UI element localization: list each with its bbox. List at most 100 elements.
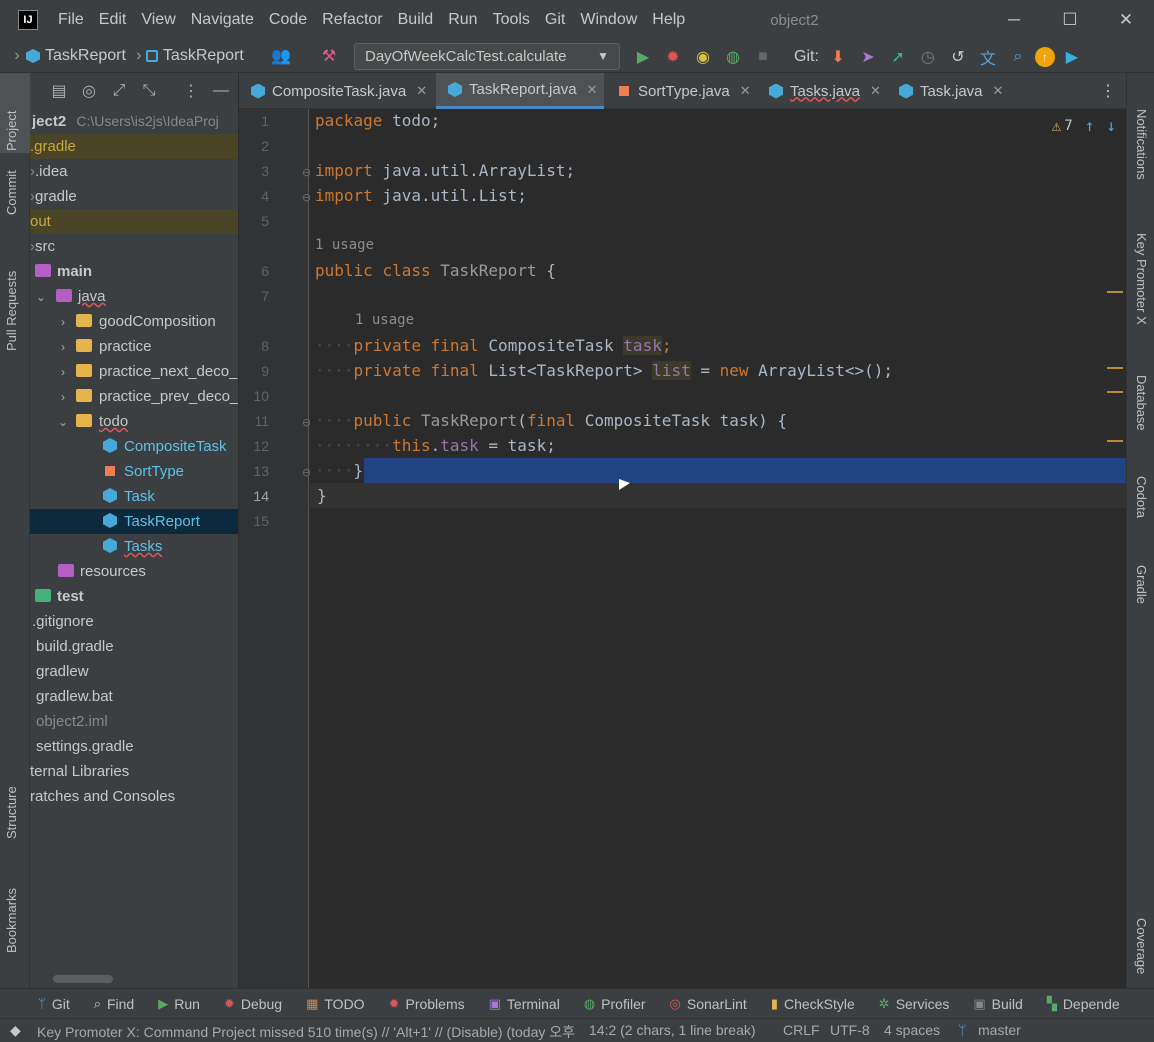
- profile-icon[interactable]: ◍: [720, 44, 746, 70]
- menu-view[interactable]: View: [141, 11, 175, 29]
- tree-item-object2-iml[interactable]: object2.iml: [30, 709, 238, 734]
- caret-position[interactable]: 14:2 (2 chars, 1 line break): [589, 1022, 756, 1038]
- menu-file[interactable]: File: [58, 11, 84, 29]
- tool-tab-commit[interactable]: Commit: [4, 170, 19, 215]
- tree-item-build-gradle[interactable]: build.gradle: [30, 634, 238, 659]
- tree-item-external-libraries[interactable]: ternal Libraries: [30, 759, 238, 784]
- close-icon[interactable]: ✕: [870, 83, 881, 99]
- tree-item-gradlew[interactable]: gradlew: [30, 659, 238, 684]
- tree-item-resources[interactable]: resources: [30, 559, 238, 584]
- tree-item-gitignore[interactable]: .gitignore: [30, 609, 238, 634]
- close-icon[interactable]: ✕: [740, 83, 751, 99]
- jetbrains-icon[interactable]: ▶: [1059, 44, 1085, 70]
- tool-tab-pull-requests[interactable]: Pull Requests: [4, 271, 19, 351]
- tool-run[interactable]: ▶ Run: [158, 996, 200, 1012]
- stop-icon[interactable]: ■: [750, 44, 776, 70]
- options-icon[interactable]: ⋮: [178, 78, 204, 104]
- translate-icon[interactable]: 文: [975, 44, 1001, 70]
- status-message[interactable]: Key Promoter X: Command Project missed 5…: [37, 1022, 577, 1042]
- menu-git[interactable]: Git: [545, 11, 565, 29]
- tree-item-task[interactable]: Task: [30, 484, 238, 509]
- tree-item-gradle-dir[interactable]: .gradle: [30, 134, 238, 159]
- arrow-up-icon[interactable]: ↑: [1085, 116, 1095, 135]
- tree-item-goodcomposition[interactable]: › goodComposition: [30, 309, 238, 334]
- tree-item-practice-next[interactable]: › practice_next_deco_: [30, 359, 238, 384]
- file-encoding[interactable]: UTF-8: [830, 1022, 870, 1038]
- collapse-all-icon[interactable]: ▤: [46, 78, 72, 104]
- tab-sorttype[interactable]: SortType.java ✕: [605, 73, 757, 109]
- tab-task[interactable]: Task.java ✕: [887, 73, 1011, 109]
- tool-build[interactable]: ▣ Build: [973, 996, 1022, 1012]
- tool-tab-key-promoter[interactable]: Key Promoter X: [1134, 233, 1149, 325]
- tab-compositetask[interactable]: CompositeTask.java ✕: [239, 73, 435, 109]
- line-separator[interactable]: CRLF: [783, 1022, 820, 1038]
- tree-item-gradlew-bat[interactable]: gradlew.bat: [30, 684, 238, 709]
- rollback-icon[interactable]: ↺: [945, 44, 971, 70]
- hammer-icon[interactable]: ⚒: [316, 43, 342, 69]
- tool-tab-codota[interactable]: Codota: [1134, 476, 1149, 518]
- status-toggle-icon[interactable]: ◆: [10, 1022, 21, 1039]
- usage-hint[interactable]: 1 usage: [315, 233, 374, 258]
- update-icon[interactable]: ↑: [1034, 46, 1055, 67]
- menu-tools[interactable]: Tools: [493, 11, 530, 29]
- history-icon[interactable]: ◷: [915, 44, 941, 70]
- git-branch[interactable]: master: [978, 1022, 1021, 1038]
- tree-item-test[interactable]: test: [30, 584, 238, 609]
- tool-git[interactable]: ᛘ Git: [38, 996, 70, 1012]
- horizontal-scrollbar[interactable]: [53, 975, 113, 983]
- tree-item-taskreport[interactable]: TaskReport: [30, 509, 238, 534]
- tree-item-settings-gradle[interactable]: settings.gradle: [30, 734, 238, 759]
- tool-todo[interactable]: ▦ TODO: [306, 996, 365, 1012]
- menu-build[interactable]: Build: [398, 11, 434, 29]
- tool-checkstyle[interactable]: ▮ CheckStyle: [771, 996, 855, 1012]
- hide-icon[interactable]: —: [208, 78, 234, 104]
- tab-tasks[interactable]: Tasks.java ✕: [757, 73, 887, 109]
- inspection-widget[interactable]: ⚠ 7 ↑ ↓: [1052, 116, 1116, 135]
- expand-icon[interactable]: ⤢: [106, 78, 132, 104]
- tool-tab-coverage[interactable]: Coverage: [1134, 918, 1149, 974]
- menu-code[interactable]: Code: [269, 11, 307, 29]
- menu-help[interactable]: Help: [652, 11, 685, 29]
- scroll-marker[interactable]: [1107, 367, 1123, 369]
- tool-problems[interactable]: ✹ Problems: [389, 996, 465, 1012]
- tree-item-gradle[interactable]: ›gradle: [30, 184, 238, 209]
- tree-item-out[interactable]: out: [30, 209, 238, 234]
- tool-tab-notifications[interactable]: Notifications: [1134, 109, 1149, 180]
- tree-item-idea[interactable]: ›.idea: [30, 159, 238, 184]
- menu-run[interactable]: Run: [448, 11, 477, 29]
- maximize-button[interactable]: ☐: [1042, 0, 1098, 40]
- close-icon[interactable]: ✕: [587, 82, 598, 98]
- coverage-icon[interactable]: ◉: [690, 44, 716, 70]
- indent-setting[interactable]: 4 spaces: [884, 1022, 940, 1038]
- scroll-marker[interactable]: [1107, 291, 1123, 293]
- tree-item-scratches[interactable]: ratches and Consoles: [30, 784, 238, 809]
- users-icon[interactable]: 👥: [268, 43, 294, 69]
- close-window-button[interactable]: ✕: [1098, 0, 1154, 40]
- minimize-button[interactable]: ─: [986, 0, 1042, 40]
- scroll-marker[interactable]: [1107, 391, 1123, 393]
- tool-dependencies[interactable]: ▚ Depende: [1047, 996, 1120, 1012]
- menu-refactor[interactable]: Refactor: [322, 11, 382, 29]
- tree-item-todo[interactable]: ⌄ todo: [30, 409, 238, 434]
- close-icon[interactable]: ✕: [416, 83, 427, 99]
- git-update-icon[interactable]: ⬇: [825, 44, 851, 70]
- tool-tab-database[interactable]: Database: [1134, 375, 1149, 431]
- scroll-marker[interactable]: [1107, 440, 1123, 442]
- locate-icon[interactable]: ◎: [76, 78, 102, 104]
- breadcrumb-class[interactable]: TaskReport: [26, 47, 126, 65]
- shrink-icon[interactable]: ⤡: [136, 78, 162, 104]
- tree-item-main[interactable]: main: [30, 259, 238, 284]
- tree-item-sorttype[interactable]: SortType: [30, 459, 238, 484]
- breadcrumb-member[interactable]: TaskReport: [145, 47, 244, 65]
- search-icon[interactable]: ⌕: [1005, 44, 1031, 70]
- tool-tab-structure[interactable]: Structure: [4, 786, 19, 839]
- debug-icon[interactable]: ✹: [660, 44, 686, 70]
- arrow-down-icon[interactable]: ↓: [1106, 116, 1116, 135]
- tool-tab-project[interactable]: Project: [4, 111, 19, 151]
- tab-options-icon[interactable]: ⋮: [1100, 81, 1116, 101]
- tool-services[interactable]: ✲ Services: [879, 996, 950, 1012]
- tree-item-src[interactable]: ›src: [30, 234, 238, 259]
- run-icon[interactable]: ▶: [630, 44, 656, 70]
- tool-debug[interactable]: ✹ Debug: [224, 996, 282, 1012]
- run-configuration-select[interactable]: DayOfWeekCalcTest.calculate ▼: [354, 43, 620, 70]
